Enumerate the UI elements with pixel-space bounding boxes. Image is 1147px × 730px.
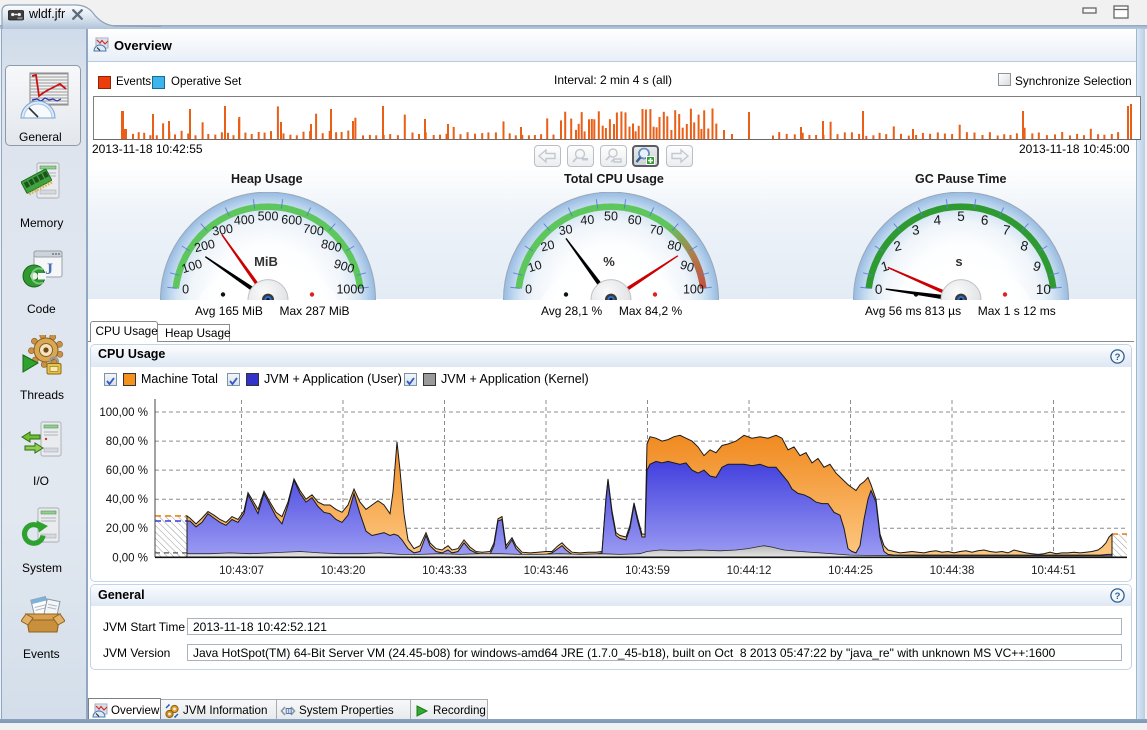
svg-text:10:44:25: 10:44:25 (828, 565, 873, 577)
svg-text:10:43:07: 10:43:07 (219, 565, 264, 577)
svg-text:80,00 %: 80,00 % (106, 436, 148, 448)
svg-text:40,00 %: 40,00 % (106, 494, 148, 506)
svg-text:100,00 %: 100,00 % (99, 407, 148, 419)
svg-text:10:43:20: 10:43:20 (321, 565, 366, 577)
svg-text:70: 70 (648, 222, 664, 238)
svg-text:MiB: MiB (254, 254, 278, 269)
svg-text:20,00 %: 20,00 % (106, 523, 148, 535)
svg-text:10:43:59: 10:43:59 (625, 565, 670, 577)
svg-text:?: ? (1115, 591, 1121, 602)
svg-text:0: 0 (525, 282, 532, 296)
svg-text:0,00 %: 0,00 % (112, 552, 148, 564)
svg-text:400: 400 (233, 212, 255, 227)
svg-text:30: 30 (557, 222, 573, 238)
svg-text:60,00 %: 60,00 % (106, 465, 148, 477)
svg-text:0: 0 (182, 282, 189, 296)
svg-text:10:43:46: 10:43:46 (524, 565, 569, 577)
svg-text:J: J (45, 261, 53, 278)
svg-text:10:44:51: 10:44:51 (1031, 565, 1076, 577)
svg-text:5: 5 (957, 209, 965, 224)
svg-text:s: s (955, 254, 962, 269)
svg-text:100: 100 (682, 282, 703, 296)
svg-text:500: 500 (257, 209, 278, 223)
svg-text:40: 40 (579, 212, 594, 227)
svg-text:50: 50 (604, 209, 618, 223)
svg-text:10:43:33: 10:43:33 (422, 565, 467, 577)
svg-text:600: 600 (280, 212, 302, 227)
svg-text:1000: 1000 (336, 282, 364, 296)
svg-text:0: 0 (874, 282, 882, 297)
svg-text:60: 60 (627, 212, 642, 227)
svg-text:6: 6 (980, 212, 989, 227)
svg-text:10:44:12: 10:44:12 (727, 565, 772, 577)
svg-text:%: % (603, 254, 615, 269)
svg-text:10:44:38: 10:44:38 (930, 565, 975, 577)
svg-text:10: 10 (1035, 282, 1050, 297)
